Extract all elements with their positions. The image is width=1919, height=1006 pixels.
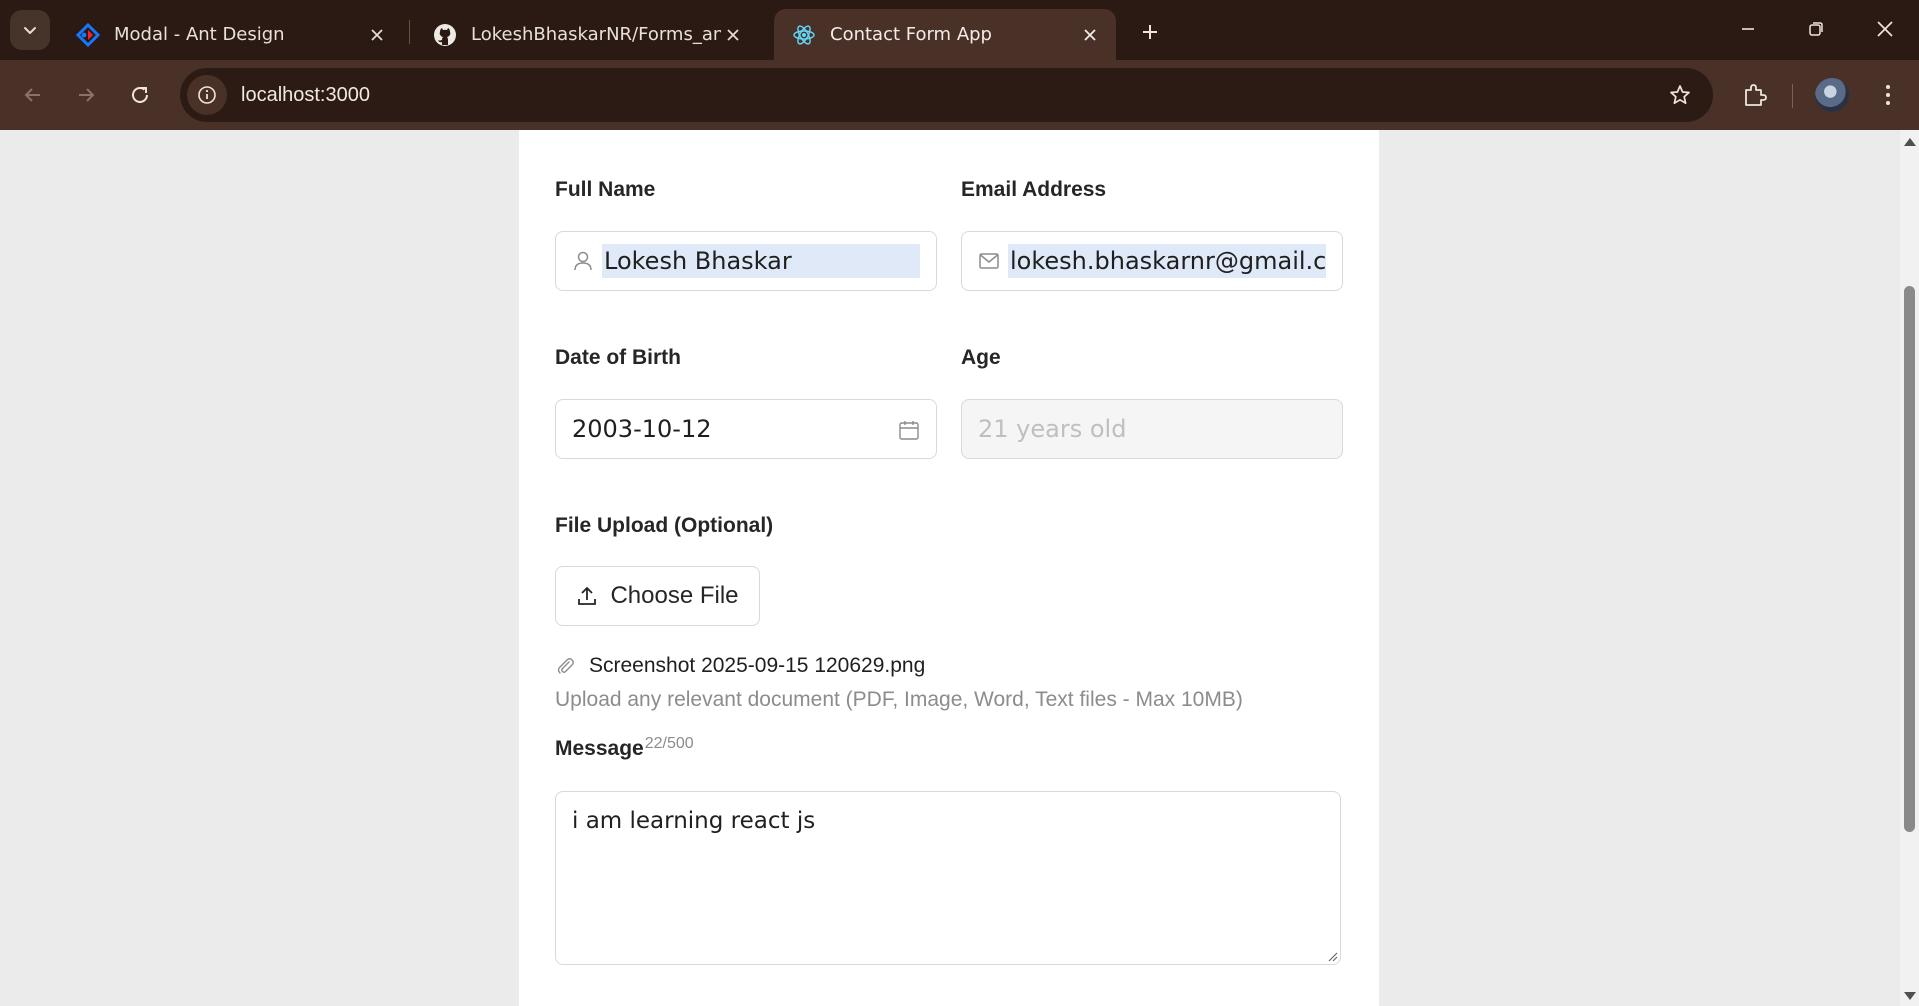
page-scrollbar[interactable] xyxy=(1900,130,1919,1006)
email-label: Email Address xyxy=(961,178,1107,201)
site-info-button[interactable] xyxy=(187,75,227,115)
minimize-button[interactable] xyxy=(1718,6,1778,52)
character-counter: 22/500 xyxy=(644,735,694,752)
tab-github[interactable]: LokeshBhaskarNR/Forms_and_Uploads xyxy=(415,9,762,60)
resize-grip-icon[interactable] xyxy=(1326,950,1338,962)
chevron-down-icon xyxy=(24,27,36,34)
message-textarea[interactable]: i am learning react js xyxy=(555,791,1341,965)
scroll-down-arrow-icon[interactable] xyxy=(1904,992,1916,1000)
dob-label: Date of Birth xyxy=(555,346,681,369)
upload-hint: Upload any relevant document (PDF, Image… xyxy=(555,688,1243,711)
arrow-left-icon xyxy=(24,88,40,102)
tab-ant-design[interactable]: Modal - Ant Design xyxy=(58,9,403,60)
calendar-icon xyxy=(899,421,919,440)
extensions-button[interactable] xyxy=(1733,74,1775,116)
forward-button[interactable] xyxy=(65,74,107,116)
browser-toolbar: localhost:3000 xyxy=(0,60,1919,130)
contact-form-card: Full Name Lokesh Bhaskar Email Address l… xyxy=(519,130,1379,1006)
dob-datepicker[interactable]: 2003-10-12 xyxy=(555,399,937,459)
age-placeholder: 21 years old xyxy=(978,415,1127,443)
mail-icon xyxy=(978,250,1000,272)
url-text: localhost:3000 xyxy=(241,83,370,106)
close-icon xyxy=(1877,21,1893,37)
message-label: Message xyxy=(555,737,644,760)
close-tab-icon[interactable] xyxy=(721,23,745,47)
email-input[interactable]: lokesh.bhaskarnr@gmail.com xyxy=(961,231,1343,291)
uploaded-file-item[interactable]: Screenshot 2025-09-15 120629.png xyxy=(555,654,925,678)
tab-contact-form-app[interactable]: Contact Form App xyxy=(774,9,1116,60)
bookmark-button[interactable] xyxy=(1661,76,1699,114)
plus-icon xyxy=(1143,25,1157,39)
minimize-icon xyxy=(1742,28,1754,30)
choose-file-button[interactable]: Choose File xyxy=(555,566,760,626)
reload-icon xyxy=(132,86,148,103)
scrollbar-thumb[interactable] xyxy=(1904,286,1915,832)
age-label: Age xyxy=(961,346,1001,369)
browser-menu-button[interactable] xyxy=(1867,74,1909,116)
star-icon xyxy=(1670,85,1690,105)
tab-search-button[interactable] xyxy=(10,10,50,50)
tab-strip: Modal - Ant Design LokeshBhaskarNR/Forms… xyxy=(0,0,1919,60)
message-label-row: Message 22/500 xyxy=(555,735,694,761)
puzzle-icon xyxy=(1745,84,1767,106)
full-name-input[interactable]: Lokesh Bhaskar xyxy=(555,231,937,291)
dob-value: 2003-10-12 xyxy=(572,415,712,443)
close-tab-icon[interactable] xyxy=(1078,23,1102,47)
upload-icon xyxy=(578,586,597,605)
close-window-button[interactable] xyxy=(1855,6,1915,52)
user-icon xyxy=(572,250,594,272)
tab-title: Modal - Ant Design xyxy=(114,24,285,45)
profile-avatar[interactable] xyxy=(1815,78,1849,112)
tab-title: Contact Form App xyxy=(830,24,992,45)
email-value: lokesh.bhaskarnr@gmail.com xyxy=(1008,244,1326,278)
restore-button[interactable] xyxy=(1786,6,1846,52)
full-name-value: Lokesh Bhaskar xyxy=(602,244,920,278)
choose-file-label: Choose File xyxy=(610,582,739,609)
address-bar[interactable]: localhost:3000 xyxy=(180,68,1713,122)
tab-title: LokeshBhaskarNR/Forms_and_Uploads xyxy=(471,24,721,45)
paperclip-icon xyxy=(557,658,574,674)
uploaded-file-name: Screenshot 2025-09-15 120629.png xyxy=(589,654,926,677)
close-tab-icon[interactable] xyxy=(365,23,389,47)
reload-button[interactable] xyxy=(119,74,161,116)
file-upload-label: File Upload (Optional) xyxy=(555,514,774,537)
toolbar-divider xyxy=(1792,84,1793,108)
page-viewport: Full Name Lokesh Bhaskar Email Address l… xyxy=(0,130,1900,1006)
ant-design-logo-icon xyxy=(76,22,100,47)
restore-icon xyxy=(1809,22,1823,36)
scroll-up-arrow-icon[interactable] xyxy=(1904,138,1916,146)
age-input: 21 years old xyxy=(961,399,1343,459)
github-icon xyxy=(434,23,456,46)
full-name-label: Full Name xyxy=(555,178,656,201)
info-icon xyxy=(198,86,216,104)
back-button[interactable] xyxy=(12,74,54,116)
more-vertical-icon xyxy=(1886,85,1890,105)
tab-separator xyxy=(409,20,410,44)
arrow-right-icon xyxy=(79,88,95,102)
react-logo-icon xyxy=(793,24,815,45)
new-tab-button[interactable] xyxy=(1132,14,1168,50)
message-value: i am learning react js xyxy=(572,808,816,834)
